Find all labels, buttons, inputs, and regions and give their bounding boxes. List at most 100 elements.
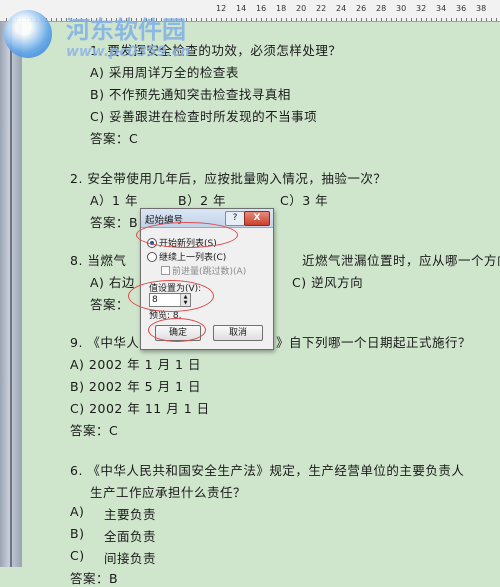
q6-option-b-label: B): [70, 526, 85, 541]
q8-option-c: C) 逆风方向: [292, 275, 364, 290]
ruler-tick-mark: [301, 18, 302, 21]
ruler-tick-mark: [416, 18, 417, 21]
ruler-tick-mark: [331, 18, 332, 21]
watermark-logo: 河东软件园 www.pc0359.cn: [0, 0, 220, 75]
q6-option-b: 全面负责: [104, 529, 157, 544]
ruler-tick-mark: [456, 18, 457, 21]
q9-option-a: A) 2002 年 1 月 1 日: [70, 357, 201, 372]
cancel-button[interactable]: 取消: [213, 325, 263, 341]
ruler-tick-mark: [351, 18, 352, 21]
ruler-tick-mark: [376, 18, 377, 21]
q9-text-end: 》自下列哪一个日期起正式施行？: [276, 335, 472, 350]
q2-text: 2. 安全带使用几年后，应按批量购入情况，抽验一次？: [70, 171, 387, 186]
q2-option-b: B）2 年: [178, 193, 227, 208]
help-button[interactable]: ?: [225, 211, 245, 226]
ruler-tick-mark: [371, 18, 372, 21]
q6-option-a-label: A): [70, 504, 85, 519]
watermark-url: www.pc0359.cn: [66, 44, 191, 60]
ruler-tick-mark: [341, 18, 342, 21]
annotation-ellipse-value: [128, 280, 214, 312]
ruler-tick-mark: [281, 18, 282, 21]
ruler-tick-mark: [491, 18, 492, 21]
q6-option-a: 主要负责: [104, 507, 157, 522]
ruler-tick-label: 34: [436, 4, 447, 13]
ruler-tick-mark: [361, 18, 362, 21]
annotation-ellipse-ok: [148, 318, 206, 342]
ruler-tick-mark: [486, 18, 487, 21]
advance-value-label: 前进量(跳过数)(A): [172, 267, 247, 277]
ruler-tick-mark: [276, 18, 277, 21]
ruler-tick-label: 20: [296, 4, 307, 13]
ruler-tick-label: 32: [416, 4, 427, 13]
ruler-tick-mark: [466, 18, 467, 21]
ruler-tick-mark: [271, 18, 272, 21]
ruler-tick-mark: [421, 18, 422, 21]
ruler-tick-mark: [236, 18, 237, 21]
ruler-tick-mark: [436, 18, 437, 21]
ruler-tick-label: 26: [356, 4, 367, 13]
ruler-tick-mark: [396, 18, 397, 21]
ruler-tick-mark: [431, 18, 432, 21]
q2-option-c: C）3 年: [280, 193, 329, 208]
vertical-ruler-bar: [10, 22, 12, 567]
advance-value-checkbox[interactable]: [161, 266, 170, 275]
ruler-tick-mark: [266, 18, 267, 21]
ruler-tick-mark: [461, 18, 462, 21]
q8-text-end: 近燃气泄漏位置时，应从哪一个方向: [302, 253, 500, 268]
ruler-tick-mark: [406, 18, 407, 21]
ruler-tick-mark: [366, 18, 367, 21]
ruler-tick-mark: [321, 18, 322, 21]
ruler-tick-mark: [451, 18, 452, 21]
q9-answer: 答案：C: [70, 423, 119, 438]
ruler-tick-label: 30: [396, 4, 407, 13]
ruler-tick-label: 28: [376, 4, 387, 13]
ruler-tick-mark: [381, 18, 382, 21]
q6-option-c: 间接负责: [104, 551, 157, 566]
ruler-tick-mark: [221, 18, 222, 21]
ruler-tick-mark: [296, 18, 297, 21]
ruler-tick-mark: [356, 18, 357, 21]
ruler-tick-mark: [346, 18, 347, 21]
ruler-tick-mark: [316, 18, 317, 21]
ruler-tick-mark: [426, 18, 427, 21]
q6-option-c-label: C): [70, 548, 85, 563]
q1-option-c: C) 妥善跟进在检查时所发现的不当事项: [90, 109, 318, 124]
ruler-tick-label: 22: [316, 4, 327, 13]
q8-text-start: 8. 当燃气: [70, 253, 127, 268]
ruler-tick-mark: [336, 18, 337, 21]
close-button[interactable]: X: [244, 211, 270, 226]
ruler-tick-mark: [286, 18, 287, 21]
q8-answer: 答案：: [90, 297, 130, 312]
ruler-tick-mark: [261, 18, 262, 21]
q6-answer: 答案：B: [70, 571, 119, 586]
q9-option-c: C) 2002 年 11 月 1 日: [70, 401, 210, 416]
ruler-tick-label: 24: [336, 4, 347, 13]
q8-option-a: A) 右边: [90, 275, 135, 290]
q2-answer: 答案：B: [90, 215, 139, 230]
q6-text-line2: 生产工作应承担什么责任？: [90, 485, 247, 500]
ruler-tick-label: 38: [476, 4, 487, 13]
radio-continue-list[interactable]: [147, 252, 157, 262]
ruler-tick-mark: [226, 18, 227, 21]
q1-option-b: B) 不作预先通知突击检查找寻真相: [90, 87, 291, 102]
ruler-tick-label: 16: [256, 4, 267, 13]
q2-option-a: A）1 年: [90, 193, 138, 208]
ruler-tick-mark: [471, 18, 472, 21]
option-continue-list-label: 继续上一列表(C): [159, 253, 227, 263]
q6-text: 6. 《中华人民共和国安全生产法》规定，生产经营单位的主要负责人: [70, 463, 465, 478]
ruler-tick-mark: [326, 18, 327, 21]
annotation-ellipse-new-list: [136, 222, 238, 248]
ruler-tick-mark: [476, 18, 477, 21]
ruler-tick-mark: [231, 18, 232, 21]
ruler-tick-mark: [311, 18, 312, 21]
ruler-tick-mark: [446, 18, 447, 21]
ruler-tick-mark: [496, 18, 497, 21]
ruler-tick-label: 18: [276, 4, 287, 13]
ruler-tick-mark: [411, 18, 412, 21]
ruler-tick-mark: [256, 18, 257, 21]
q9-text-start: 9. 《中华人: [70, 335, 140, 350]
ruler-tick-mark: [386, 18, 387, 21]
ruler-tick-mark: [251, 18, 252, 21]
vertical-ruler: [0, 22, 22, 567]
ruler-tick-label: 14: [236, 4, 247, 13]
